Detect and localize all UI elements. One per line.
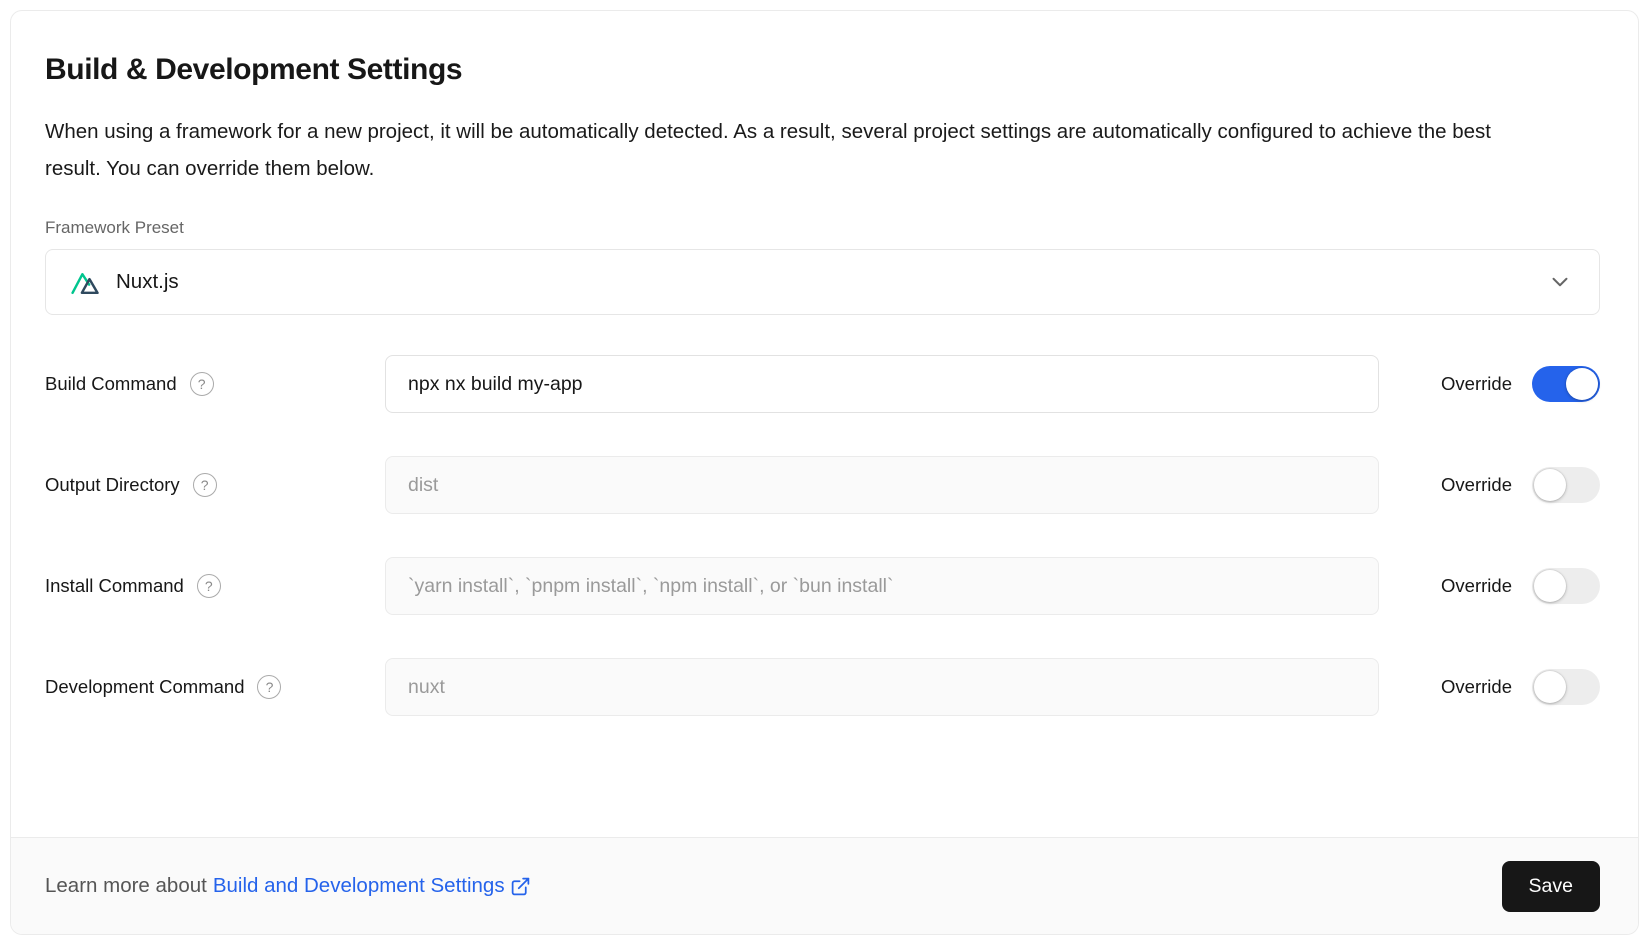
card-footer: Learn more about Build and Development S… bbox=[11, 837, 1638, 934]
override-label: Override bbox=[1441, 373, 1512, 395]
save-button[interactable]: Save bbox=[1502, 861, 1600, 912]
override-group: Override bbox=[1441, 467, 1600, 503]
install-command-row: Install Command ? Override bbox=[45, 557, 1600, 615]
row-label-group: Output Directory ? bbox=[45, 473, 385, 497]
toggle-knob bbox=[1566, 368, 1598, 400]
row-label-group: Install Command ? bbox=[45, 574, 385, 598]
development-command-override-toggle[interactable] bbox=[1532, 669, 1600, 705]
output-directory-label: Output Directory bbox=[45, 474, 180, 496]
output-directory-override-toggle[interactable] bbox=[1532, 467, 1600, 503]
link-label: Build and Development Settings bbox=[213, 874, 505, 898]
install-command-override-toggle[interactable] bbox=[1532, 568, 1600, 604]
install-command-label: Install Command bbox=[45, 575, 184, 597]
build-settings-card: Build & Development Settings When using … bbox=[10, 10, 1639, 935]
install-command-input bbox=[385, 557, 1379, 615]
row-label-group: Build Command ? bbox=[45, 372, 385, 396]
toggle-knob bbox=[1534, 570, 1566, 602]
framework-preset-select[interactable]: Nuxt.js bbox=[45, 249, 1600, 315]
help-icon[interactable]: ? bbox=[197, 574, 221, 598]
toggle-knob bbox=[1534, 671, 1566, 703]
chevron-down-icon bbox=[1547, 269, 1573, 295]
help-icon[interactable]: ? bbox=[193, 473, 217, 497]
override-label: Override bbox=[1441, 474, 1512, 496]
framework-preset-label: Framework Preset bbox=[45, 218, 1600, 238]
override-label: Override bbox=[1441, 676, 1512, 698]
nuxt-logo-icon bbox=[70, 267, 101, 298]
override-group: Override bbox=[1441, 568, 1600, 604]
help-icon[interactable]: ? bbox=[190, 372, 214, 396]
help-icon[interactable]: ? bbox=[257, 675, 281, 699]
build-command-input[interactable] bbox=[385, 355, 1379, 413]
build-command-label: Build Command bbox=[45, 373, 177, 395]
development-command-row: Development Command ? Override bbox=[45, 658, 1600, 716]
page-title: Build & Development Settings bbox=[45, 53, 1600, 87]
settings-description: When using a framework for a new project… bbox=[45, 113, 1495, 187]
external-link-icon bbox=[510, 876, 531, 897]
build-command-override-toggle[interactable] bbox=[1532, 366, 1600, 402]
settings-rows: Build Command ? Override Output Director… bbox=[45, 355, 1600, 716]
override-group: Override bbox=[1441, 366, 1600, 402]
build-command-row: Build Command ? Override bbox=[45, 355, 1600, 413]
output-directory-input bbox=[385, 456, 1379, 514]
learn-more-prefix: Learn more about bbox=[45, 874, 207, 898]
framework-selected-value: Nuxt.js bbox=[70, 267, 179, 298]
override-group: Override bbox=[1441, 669, 1600, 705]
output-directory-row: Output Directory ? Override bbox=[45, 456, 1600, 514]
development-command-input bbox=[385, 658, 1379, 716]
development-command-label: Development Command bbox=[45, 676, 244, 698]
override-label: Override bbox=[1441, 575, 1512, 597]
build-settings-doc-link[interactable]: Build and Development Settings bbox=[213, 874, 531, 898]
toggle-knob bbox=[1534, 469, 1566, 501]
learn-more-text: Learn more about Build and Development S… bbox=[45, 874, 531, 898]
row-label-group: Development Command ? bbox=[45, 675, 385, 699]
card-body: Build & Development Settings When using … bbox=[11, 11, 1638, 837]
framework-name: Nuxt.js bbox=[116, 270, 179, 294]
